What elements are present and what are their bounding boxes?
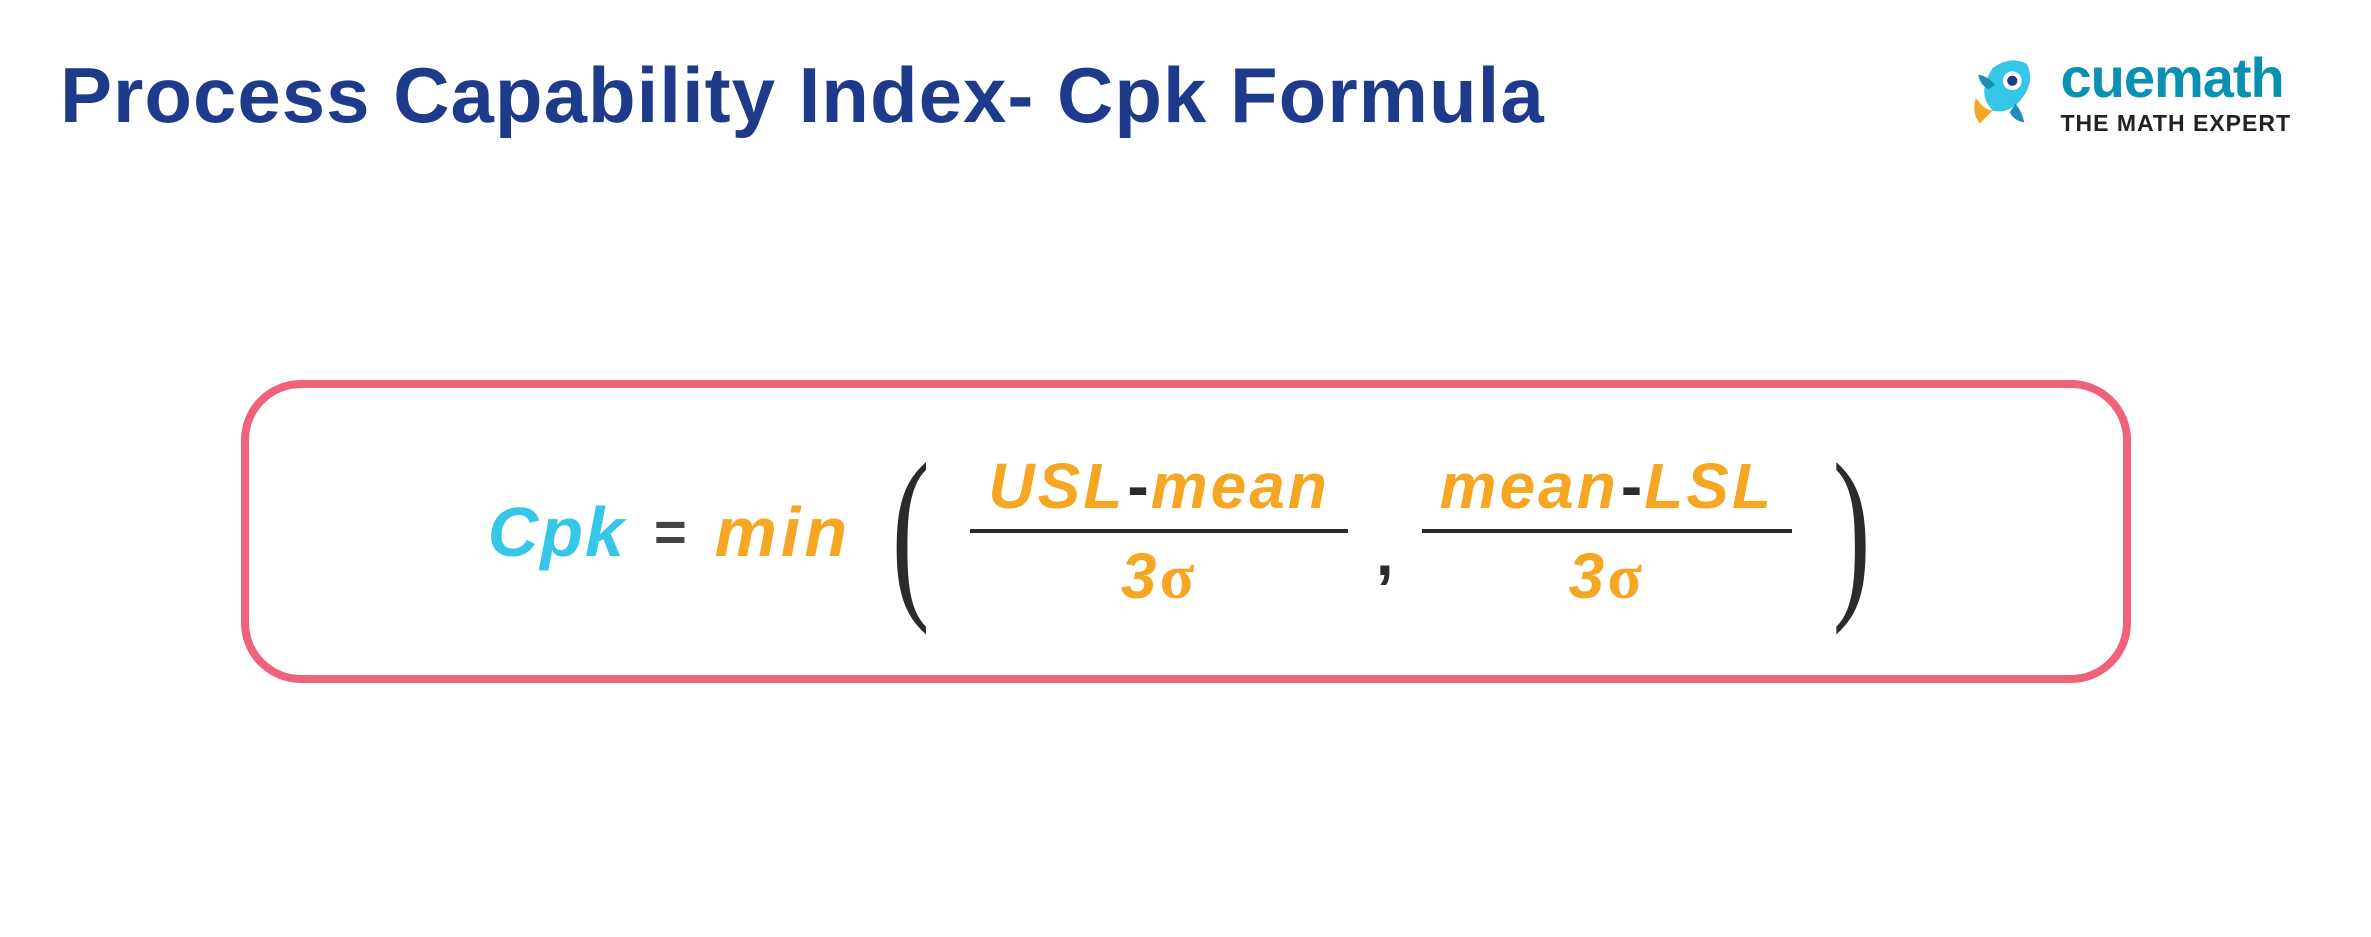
- minus-op: -: [1127, 450, 1148, 522]
- coeff-3: 3: [1569, 540, 1608, 612]
- brand-name: cuemath: [2060, 50, 2291, 106]
- fraction-2-numerator: mean-LSL: [1422, 443, 1792, 529]
- coeff-3: 3: [1121, 540, 1160, 612]
- comma: ,: [1376, 516, 1394, 590]
- sigma-symbol: σ: [1160, 541, 1198, 612]
- minus-op: -: [1621, 450, 1642, 522]
- paren-close: ): [1833, 465, 1871, 598]
- sigma-symbol: σ: [1607, 541, 1645, 612]
- fraction-2: mean-LSL 3σ: [1422, 443, 1792, 620]
- header: Process Capability Index- Cpk Formula cu…: [0, 0, 2371, 141]
- usl-var: USL: [988, 450, 1125, 522]
- mean-var: mean: [1440, 450, 1619, 522]
- formula-lhs: Cpk: [488, 492, 626, 572]
- paren-open: (: [892, 465, 930, 598]
- equals-sign: =: [654, 499, 687, 564]
- mean-var: mean: [1151, 450, 1330, 522]
- page-title: Process Capability Index- Cpk Formula: [60, 50, 1545, 141]
- fraction-1-denominator: 3σ: [1103, 533, 1215, 620]
- fraction-1: USL-mean 3σ: [970, 443, 1348, 620]
- brand-tagline: THE MATH EXPERT: [2060, 110, 2291, 137]
- formula-box: Cpk = min ( USL-mean 3σ , mean-LSL 3σ ): [241, 380, 2131, 683]
- min-function: min: [715, 492, 851, 572]
- lsl-var: LSL: [1644, 450, 1774, 522]
- fraction-1-numerator: USL-mean: [970, 443, 1348, 529]
- fraction-2-denominator: 3σ: [1551, 533, 1663, 620]
- brand-logo: cuemath THE MATH EXPERT: [1963, 50, 2291, 137]
- rocket-icon: [1963, 51, 2048, 136]
- logo-text: cuemath THE MATH EXPERT: [2060, 50, 2291, 137]
